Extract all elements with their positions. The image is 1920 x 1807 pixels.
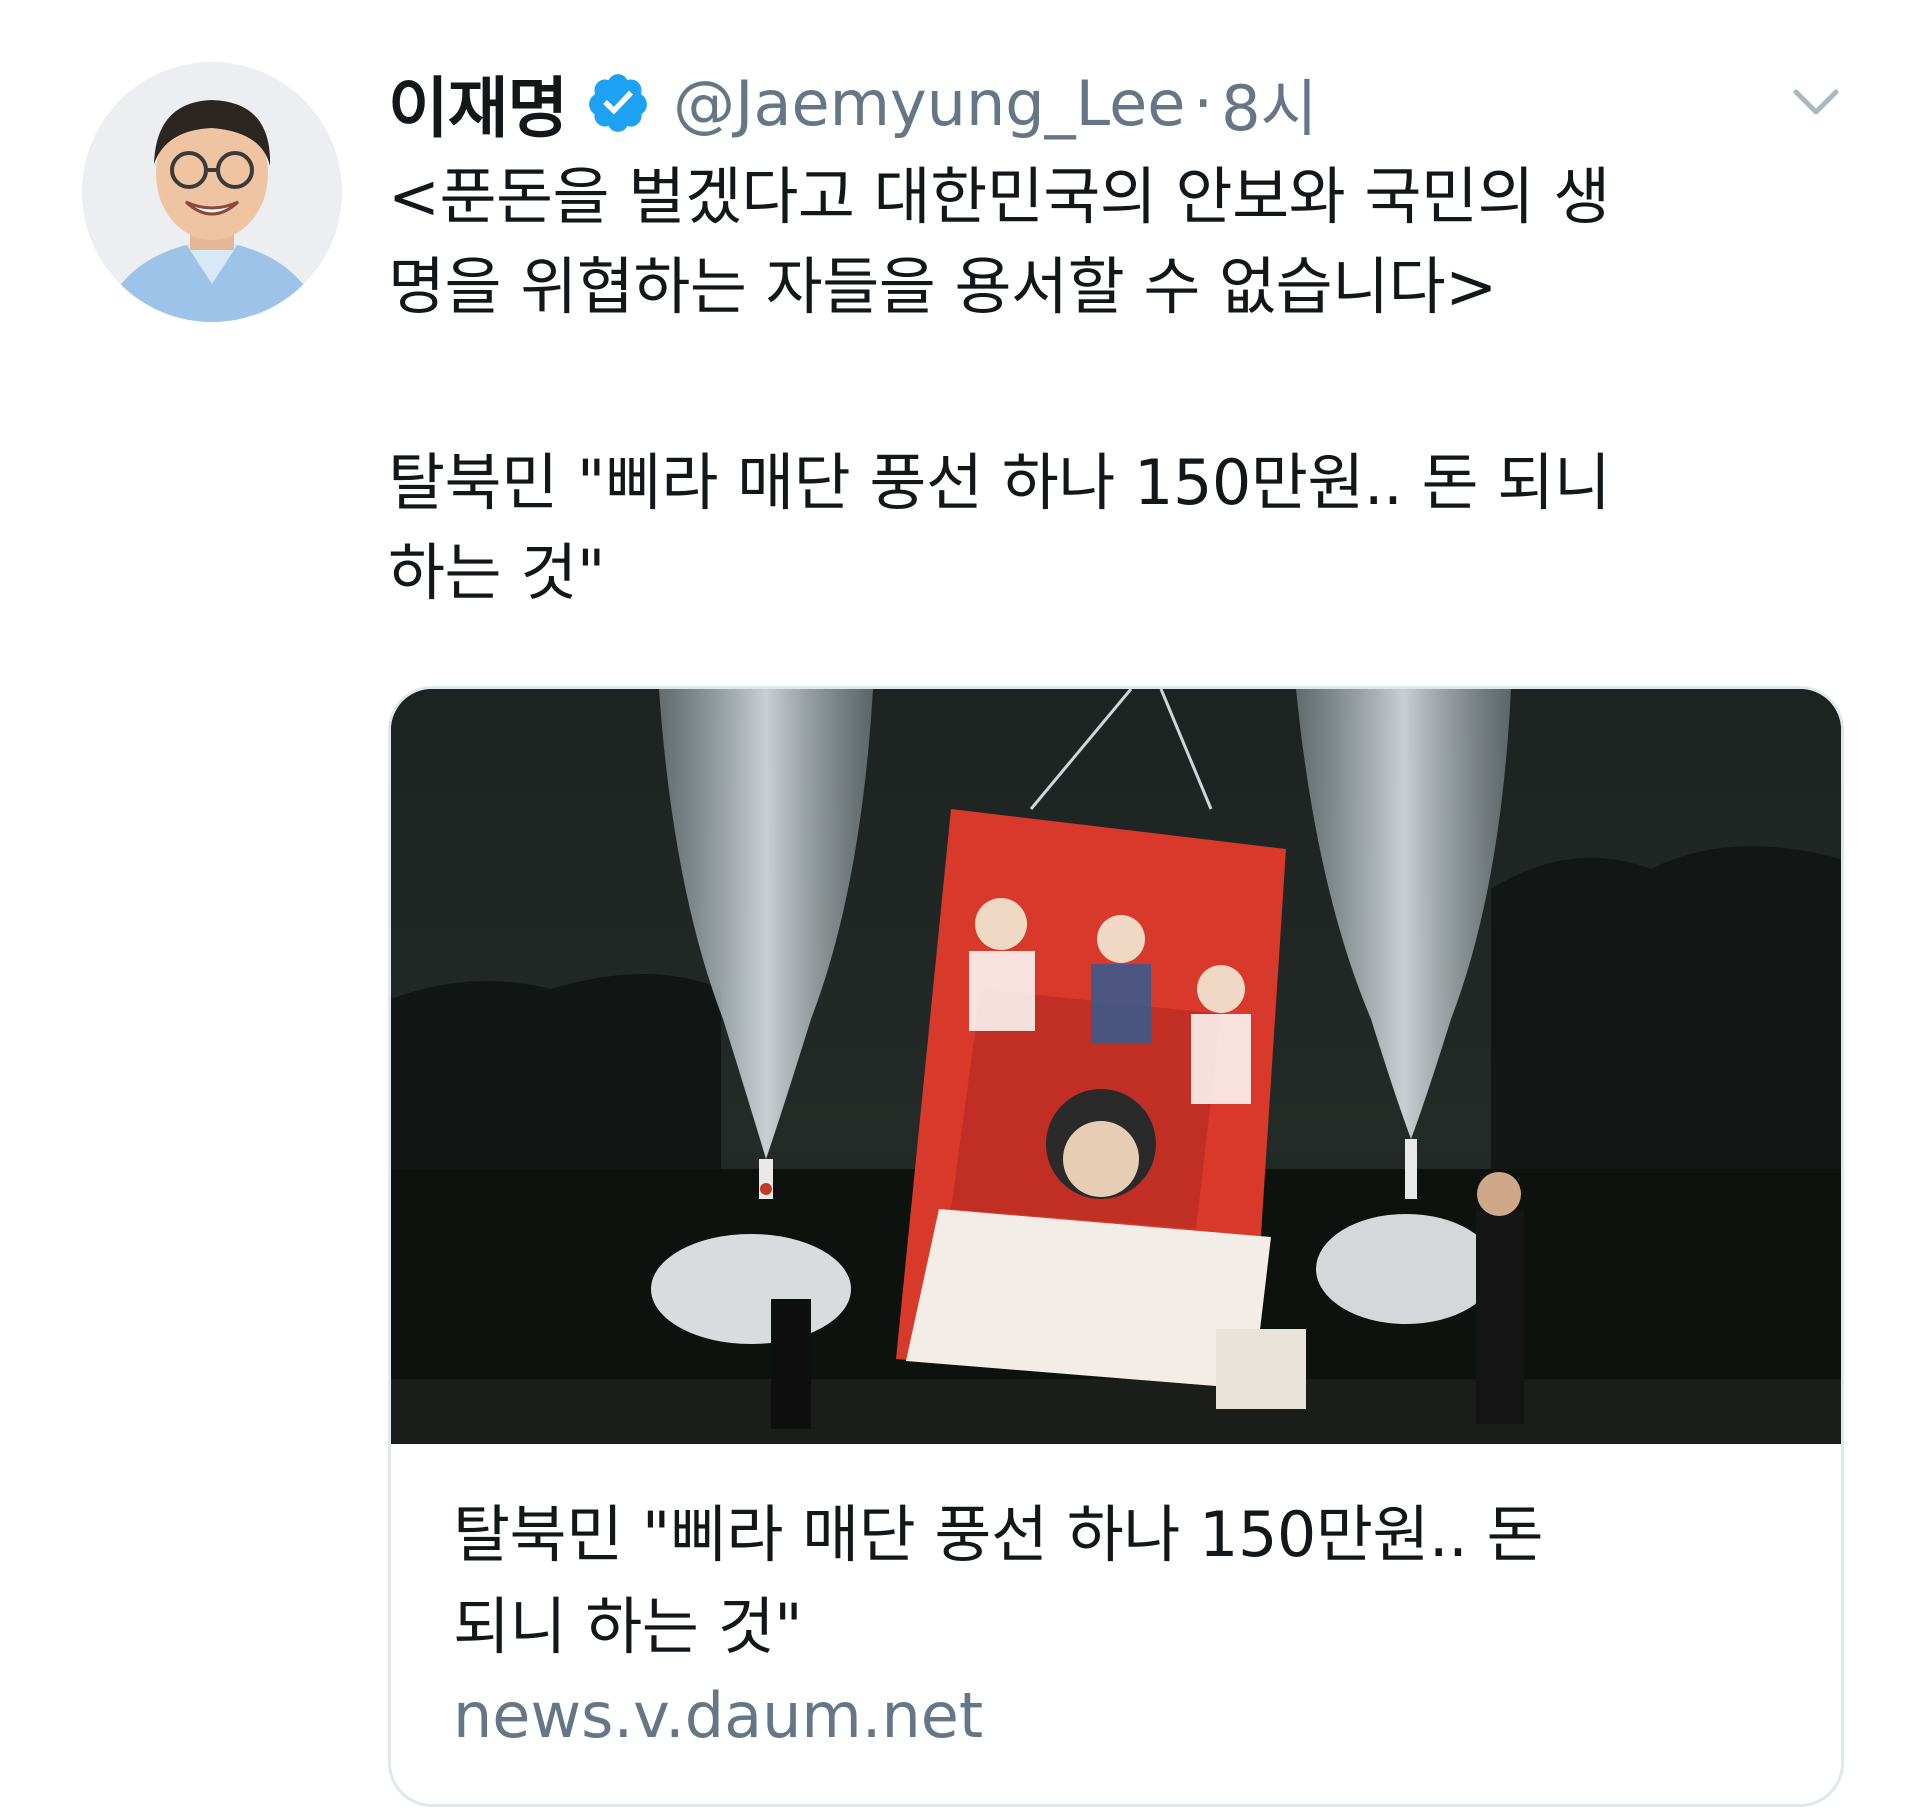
card-domain[interactable]: news.v.daum.net (453, 1679, 1793, 1752)
link-card[interactable]: 탈북민 "삐라 매단 풍선 하나 150만원.. 돈 되니 하는 것" news… (388, 686, 1844, 1807)
chevron-down-icon[interactable] (1786, 72, 1846, 132)
card-title-line: 되니 하는 것" (453, 1590, 803, 1663)
avatar-photo-icon (82, 62, 342, 322)
display-name[interactable]: 이재명 (388, 55, 568, 151)
card-body[interactable]: 탈북민 "삐라 매단 풍선 하나 150만원.. 돈 되니 하는 것" news… (453, 1489, 1793, 1752)
tweet-text-line: <푼돈을 벌겠다고 대한민국의 안보와 국민의 생 (388, 160, 1610, 233)
tweet-text: <푼돈을 벌겠다고 대한민국의 안보와 국민의 생 명을 위협하는 자들을 용서… (388, 152, 1828, 618)
user-handle[interactable]: @Jaemyung_Lee (673, 67, 1185, 140)
tweet-headline-line: 하는 것" (388, 536, 605, 609)
tweet[interactable]: 이재명 @Jaemyung_Lee · 8시 <푼돈을 벌겠다고 대한민국의 안… (0, 0, 1920, 1807)
tweet-timestamp[interactable]: 8시 (1221, 58, 1318, 148)
avatar[interactable] (82, 62, 342, 322)
card-image[interactable] (391, 689, 1841, 1444)
separator-dot: · (1193, 66, 1214, 140)
verified-badge-icon (585, 70, 651, 136)
card-title-line: 탈북민 "삐라 매단 풍선 하나 150만원.. 돈 (453, 1498, 1544, 1571)
balloon-launch-photo-icon (391, 689, 1841, 1444)
tweet-headline-line: 탈북민 "삐라 매단 풍선 하나 150만원.. 돈 되니 (388, 446, 1611, 519)
card-title[interactable]: 탈북민 "삐라 매단 풍선 하나 150만원.. 돈 되니 하는 것" (453, 1489, 1793, 1673)
tweet-text-line: 명을 위협하는 자들을 용서할 수 없습니다> (388, 250, 1497, 323)
tweet-header: 이재명 @Jaemyung_Lee · 8시 (388, 48, 1318, 158)
